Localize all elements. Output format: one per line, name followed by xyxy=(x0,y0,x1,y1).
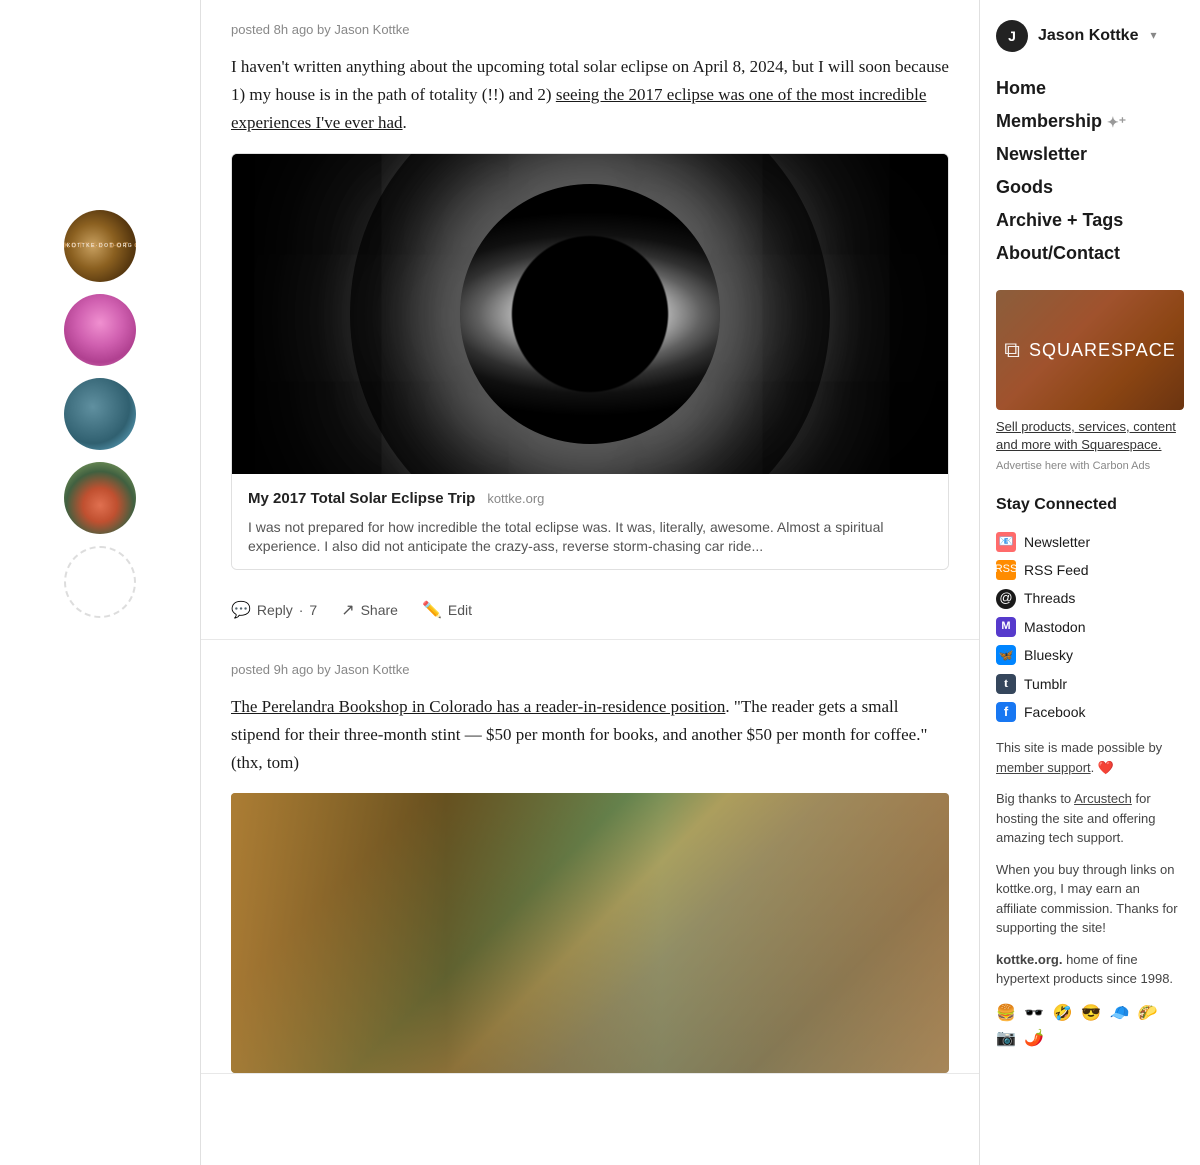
social-newsletter[interactable]: 📧 Newsletter xyxy=(996,528,1184,556)
squarespace-icon: ⧉ xyxy=(1004,332,1021,367)
arcustech-text: Big thanks to Arcustech for hosting the … xyxy=(996,789,1184,848)
eclipse-image xyxy=(232,154,948,474)
avatar-teal[interactable] xyxy=(64,378,136,450)
chevron-down-icon: ▾ xyxy=(1150,26,1156,45)
social-rss[interactable]: RSS RSS Feed xyxy=(996,556,1184,584)
left-sidebar: KOTTKE·DOT·ORG xyxy=(0,0,200,1165)
nav-home[interactable]: Home xyxy=(996,72,1184,105)
user-header[interactable]: J Jason Kottke ▾ xyxy=(996,20,1184,52)
stay-connected-title: Stay Connected xyxy=(996,492,1184,518)
social-list: 📧 Newsletter RSS RSS Feed @ Threads M Ma… xyxy=(996,528,1184,727)
arcustech-link[interactable]: Arcustech xyxy=(1074,791,1132,806)
avatar-kottke[interactable]: KOTTKE·DOT·ORG xyxy=(64,210,136,282)
ad-link[interactable]: Sell products, services, content and mor… xyxy=(996,419,1176,452)
right-sidebar: J Jason Kottke ▾ Home Membership ✦⁺ News… xyxy=(980,0,1200,1165)
ad-tagline: Sell products, services, content and mor… xyxy=(996,418,1184,454)
membership-icon: ✦⁺ xyxy=(1107,114,1126,130)
nav-menu: Home Membership ✦⁺ Newsletter Goods Arch… xyxy=(996,72,1184,270)
user-name: Jason Kottke xyxy=(1038,23,1138,49)
post-1-text: I haven't written anything about the upc… xyxy=(231,53,949,137)
ad-block: ⧉ SQUARESPACE Sell products, services, c… xyxy=(996,290,1184,476)
affiliate-text: When you buy through links on kottke.org… xyxy=(996,860,1184,938)
link-preview-body: My 2017 Total Solar Eclipse Trip kottke.… xyxy=(232,474,948,569)
avatar-pink[interactable] xyxy=(64,294,136,366)
post-1: posted 8h ago by Jason Kottke I haven't … xyxy=(201,0,979,640)
link-preview-source: kottke.org xyxy=(487,491,544,506)
share-button[interactable]: ↗ Share xyxy=(341,598,398,624)
carbon-ads-link[interactable]: Carbon Ads xyxy=(1093,460,1150,472)
mastodon-icon: M xyxy=(996,617,1016,637)
edit-icon: ✏️ xyxy=(422,598,442,624)
emoji-row: 🍔 🕶️ 🤣 😎 🧢 🌮 📷 🌶️ xyxy=(996,1001,1184,1052)
post-1-link[interactable]: seeing the 2017 eclipse was one of the m… xyxy=(231,85,926,132)
newsletter-icon: 📧 xyxy=(996,532,1016,552)
bluesky-icon: 🦋 xyxy=(996,645,1016,665)
main-content: posted 8h ago by Jason Kottke I haven't … xyxy=(200,0,980,1165)
member-support-link[interactable]: member support xyxy=(996,760,1091,775)
bookshop-image xyxy=(231,793,949,1073)
post-2-text: The Perelandra Bookshop in Colorado has … xyxy=(231,693,949,777)
avatar-empty[interactable] xyxy=(64,546,136,618)
nav-archive[interactable]: Archive + Tags xyxy=(996,204,1184,237)
nav-goods[interactable]: Goods xyxy=(996,171,1184,204)
ad-image[interactable]: ⧉ SQUARESPACE xyxy=(996,290,1184,410)
social-bluesky[interactable]: 🦋 Bluesky xyxy=(996,641,1184,669)
facebook-icon: f xyxy=(996,702,1016,722)
threads-icon: @ xyxy=(996,589,1016,609)
nav-membership[interactable]: Membership ✦⁺ xyxy=(996,105,1184,138)
social-mastodon[interactable]: M Mastodon xyxy=(996,613,1184,641)
edit-button[interactable]: ✏️ Edit xyxy=(422,598,472,624)
member-support-text: This site is made possible by member sup… xyxy=(996,738,1184,777)
tumblr-icon: t xyxy=(996,674,1016,694)
share-icon: ↗ xyxy=(341,598,354,624)
user-avatar: J xyxy=(996,20,1028,52)
nav-newsletter[interactable]: Newsletter xyxy=(996,138,1184,171)
social-facebook[interactable]: f Facebook xyxy=(996,698,1184,726)
rss-icon: RSS xyxy=(996,560,1016,580)
post-2-meta: posted 9h ago by Jason Kottke xyxy=(231,660,949,681)
tagline-text: kottke.org. home of fine hypertext produ… xyxy=(996,950,1184,989)
post-2: posted 9h ago by Jason Kottke The Perela… xyxy=(201,640,979,1074)
link-preview-eclipse[interactable]: My 2017 Total Solar Eclipse Trip kottke.… xyxy=(231,153,949,570)
link-preview-desc: I was not prepared for how incredible th… xyxy=(248,518,932,557)
ad-brand: SQUARESPACE xyxy=(1029,336,1176,365)
post-1-actions: 💬 Reply · 7 ↗ Share ✏️ Edit xyxy=(231,586,949,640)
social-tumblr[interactable]: t Tumblr xyxy=(996,670,1184,698)
post-2-link[interactable]: The Perelandra Bookshop in Colorado has … xyxy=(231,697,725,716)
post-1-meta: posted 8h ago by Jason Kottke xyxy=(231,20,949,41)
nav-about[interactable]: About/Contact xyxy=(996,237,1184,270)
reply-button[interactable]: 💬 Reply · 7 xyxy=(231,598,317,624)
reply-icon: 💬 xyxy=(231,598,251,624)
ad-attribution: Advertise here with Carbon Ads xyxy=(996,458,1184,476)
ad-logo: ⧉ SQUARESPACE xyxy=(1004,332,1175,367)
link-preview-title: My 2017 Total Solar Eclipse Trip kottke.… xyxy=(248,486,932,512)
social-threads[interactable]: @ Threads xyxy=(996,584,1184,612)
avatar-orange[interactable] xyxy=(64,462,136,534)
